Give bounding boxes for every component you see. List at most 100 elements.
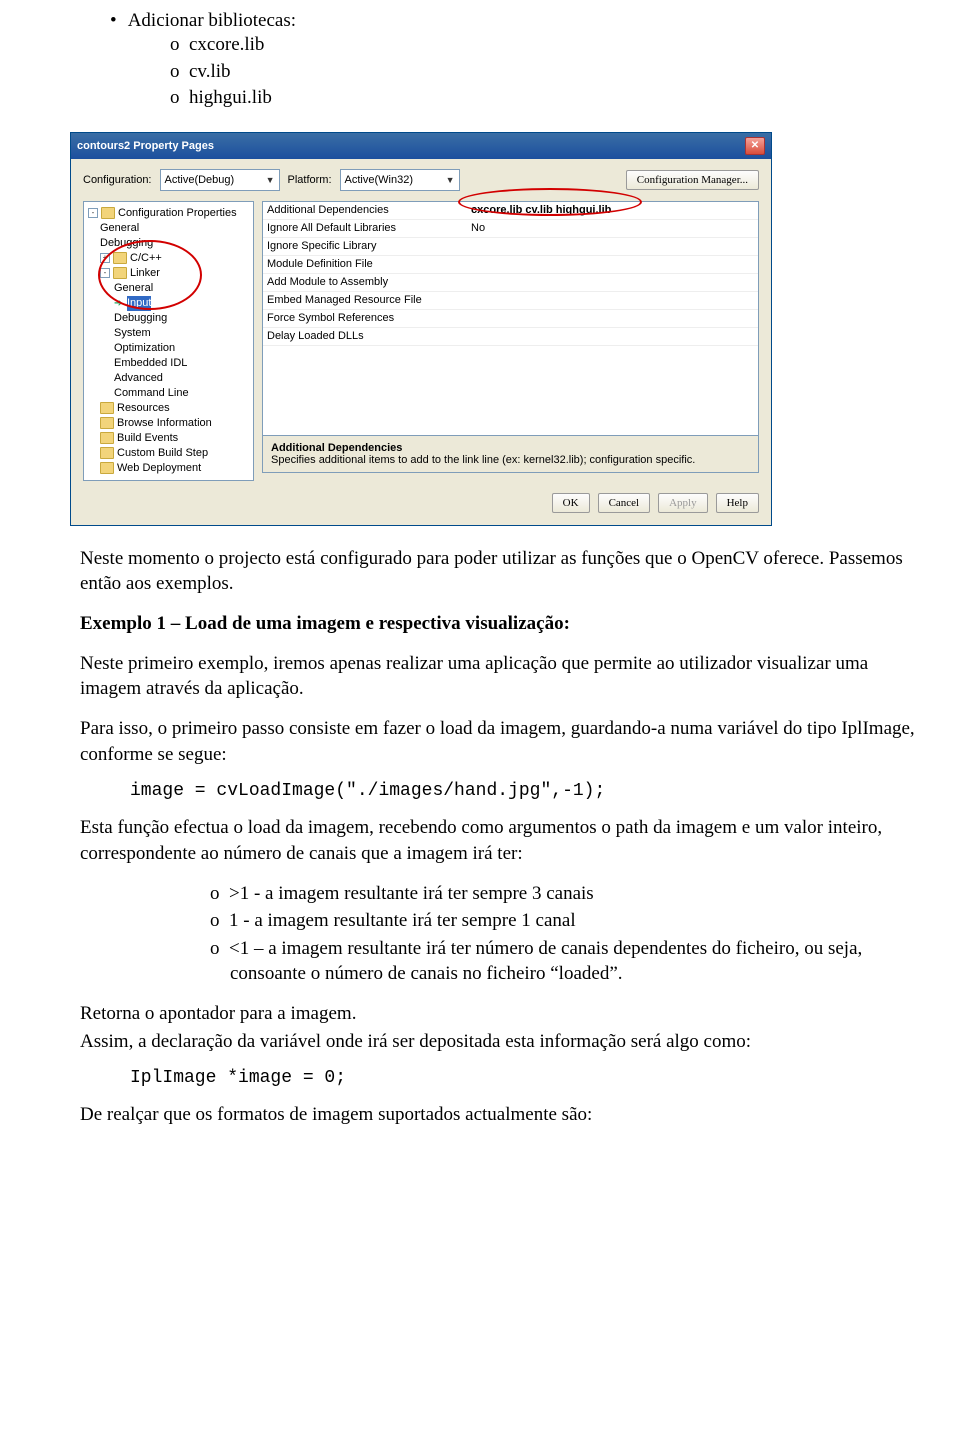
tree-item[interactable]: System (114, 326, 151, 341)
grid-key: Ignore All Default Libraries (263, 222, 467, 234)
grid-val[interactable]: No (467, 222, 758, 234)
folder-icon (113, 267, 127, 279)
collapse-icon[interactable]: - (88, 208, 98, 218)
bullet-dot: • (110, 10, 124, 32)
sub-o: o (210, 883, 229, 904)
tree-item[interactable]: Embedded IDL (114, 356, 187, 371)
platform-combo[interactable]: Active(Win32) ▼ (340, 169, 460, 191)
sub-o: o (170, 61, 189, 82)
sub-o: o (210, 938, 229, 959)
pointer-icon: ➔ (114, 296, 124, 311)
dialog-titlebar: contours2 Property Pages ✕ (71, 133, 771, 159)
grid-row[interactable]: Ignore All Default LibrariesNo (263, 220, 758, 238)
apply-button[interactable]: Apply (658, 493, 708, 513)
folder-icon (100, 462, 114, 474)
grid-row[interactable]: Module Definition File (263, 256, 758, 274)
grid-key: Delay Loaded DLLs (263, 330, 467, 342)
tree-item[interactable]: Resources (117, 401, 170, 416)
tree-item[interactable]: Browse Information (117, 416, 212, 431)
sub-item-1: cv.lib (189, 61, 231, 82)
sub-o: o (170, 87, 189, 108)
options-list: o >1 - a imagem resultante irá ter sempr… (210, 881, 920, 988)
platform-label: Platform: (288, 174, 332, 186)
dialog-title: contours2 Property Pages (77, 140, 214, 152)
example1-para2: Para isso, o primeiro passo consiste em … (80, 716, 920, 767)
config-tree[interactable]: - Configuration Properties General Debugg… (83, 201, 254, 481)
last-line: De realçar que os formatos de imagem sup… (80, 1102, 920, 1128)
tree-item-linker[interactable]: Linker (130, 266, 160, 281)
code-snippet-decl: IplImage *image = 0; (130, 1068, 920, 1088)
grid-row[interactable]: Force Symbol References (263, 310, 758, 328)
code-snippet-load: image = cvLoadImage("./images/hand.jpg",… (130, 781, 920, 801)
sub-item-2: highgui.lib (189, 87, 272, 108)
tree-item[interactable]: Optimization (114, 341, 175, 356)
bullet-main: • Adicionar bibliotecas: (110, 10, 920, 32)
tree-item-input-selected[interactable]: Input (127, 296, 151, 311)
dialog-buttons: OK Cancel Apply Help (83, 493, 759, 513)
tree-root[interactable]: Configuration Properties (118, 206, 237, 221)
dialog-panels: - Configuration Properties General Debugg… (83, 201, 759, 481)
collapse-icon[interactable]: - (100, 268, 110, 278)
bullet-text: Adicionar bibliotecas: (128, 10, 296, 31)
grid-key: Embed Managed Resource File (263, 294, 467, 306)
return-line: Retorna o apontador para a imagem. (80, 1001, 920, 1027)
help-button[interactable]: Help (716, 493, 759, 513)
grid-row[interactable]: Ignore Specific Library (263, 238, 758, 256)
ok-button[interactable]: OK (552, 493, 590, 513)
grid-key: Module Definition File (263, 258, 467, 270)
property-pages-dialog: contours2 Property Pages ✕ Configuration… (70, 132, 772, 526)
folder-icon (113, 252, 127, 264)
configuration-label: Configuration: (83, 174, 152, 186)
folder-icon (100, 432, 114, 444)
folder-icon (100, 417, 114, 429)
grid-key: Additional Dependencies (263, 204, 467, 216)
sub-list: o cxcore.lib o cv.lib o highgui.lib (170, 32, 920, 112)
sub-o: o (210, 910, 229, 931)
tree-item[interactable]: C/C++ (130, 251, 162, 266)
configuration-manager-button[interactable]: Configuration Manager... (626, 170, 759, 190)
expand-icon[interactable]: + (100, 253, 110, 263)
configuration-value: Active(Debug) (165, 174, 235, 186)
dialog-body: Configuration: Active(Debug) ▼ Platform:… (71, 159, 771, 525)
tree-item[interactable]: Build Events (117, 431, 178, 446)
folder-icon (101, 207, 115, 219)
chevron-down-icon: ▼ (446, 175, 455, 185)
grid-key: Ignore Specific Library (263, 240, 467, 252)
property-grid: Additional Dependenciescxcore.lib cv.lib… (262, 201, 759, 473)
grid-key: Force Symbol References (263, 312, 467, 324)
dialog-top-row: Configuration: Active(Debug) ▼ Platform:… (83, 169, 759, 191)
cancel-button[interactable]: Cancel (598, 493, 651, 513)
chevron-down-icon: ▼ (266, 175, 275, 185)
folder-icon (100, 447, 114, 459)
configuration-combo[interactable]: Active(Debug) ▼ (160, 169, 280, 191)
description-text: Specifies additional items to add to the… (271, 454, 750, 466)
option-0: >1 - a imagem resultante irá ter sempre … (229, 883, 594, 904)
grid-row[interactable]: Additional Dependenciescxcore.lib cv.lib… (263, 202, 758, 220)
tree-item[interactable]: Web Deployment (117, 461, 201, 476)
tree-item[interactable]: Custom Build Step (117, 446, 208, 461)
grid-row[interactable]: Add Module to Assembly (263, 274, 758, 292)
folder-icon (100, 402, 114, 414)
sub-o: o (170, 34, 189, 55)
grid-key: Add Module to Assembly (263, 276, 467, 288)
grid-row[interactable]: Embed Managed Resource File (263, 292, 758, 310)
tree-item[interactable]: General (114, 281, 153, 296)
example1-title: Exemplo 1 – Load de uma imagem e respect… (80, 611, 920, 637)
grid-val[interactable]: cxcore.lib cv.lib highgui.lib (467, 204, 758, 216)
platform-value: Active(Win32) (345, 174, 413, 186)
property-grid-rows: Additional Dependenciescxcore.lib cv.lib… (263, 202, 758, 435)
para-configured: Neste momento o projecto está configurad… (80, 546, 920, 597)
close-icon[interactable]: ✕ (745, 137, 765, 155)
tree-item[interactable]: Advanced (114, 371, 163, 386)
tree-item[interactable]: Command Line (114, 386, 189, 401)
option-1: 1 - a imagem resultante irá ter sempre 1… (229, 910, 576, 931)
tree-item[interactable]: General (100, 221, 139, 236)
declaration-line: Assim, a declaração da variável onde irá… (80, 1029, 920, 1055)
property-pages-dialog-wrap: contours2 Property Pages ✕ Configuration… (70, 132, 920, 526)
example1-para1: Neste primeiro exemplo, iremos apenas re… (80, 651, 920, 702)
sub-item-0: cxcore.lib (189, 34, 264, 55)
grid-row[interactable]: Delay Loaded DLLs (263, 328, 758, 346)
tree-item[interactable]: Debugging (100, 236, 153, 251)
option-2: <1 – a imagem resultante irá ter número … (229, 938, 862, 985)
tree-item[interactable]: Debugging (114, 311, 167, 326)
